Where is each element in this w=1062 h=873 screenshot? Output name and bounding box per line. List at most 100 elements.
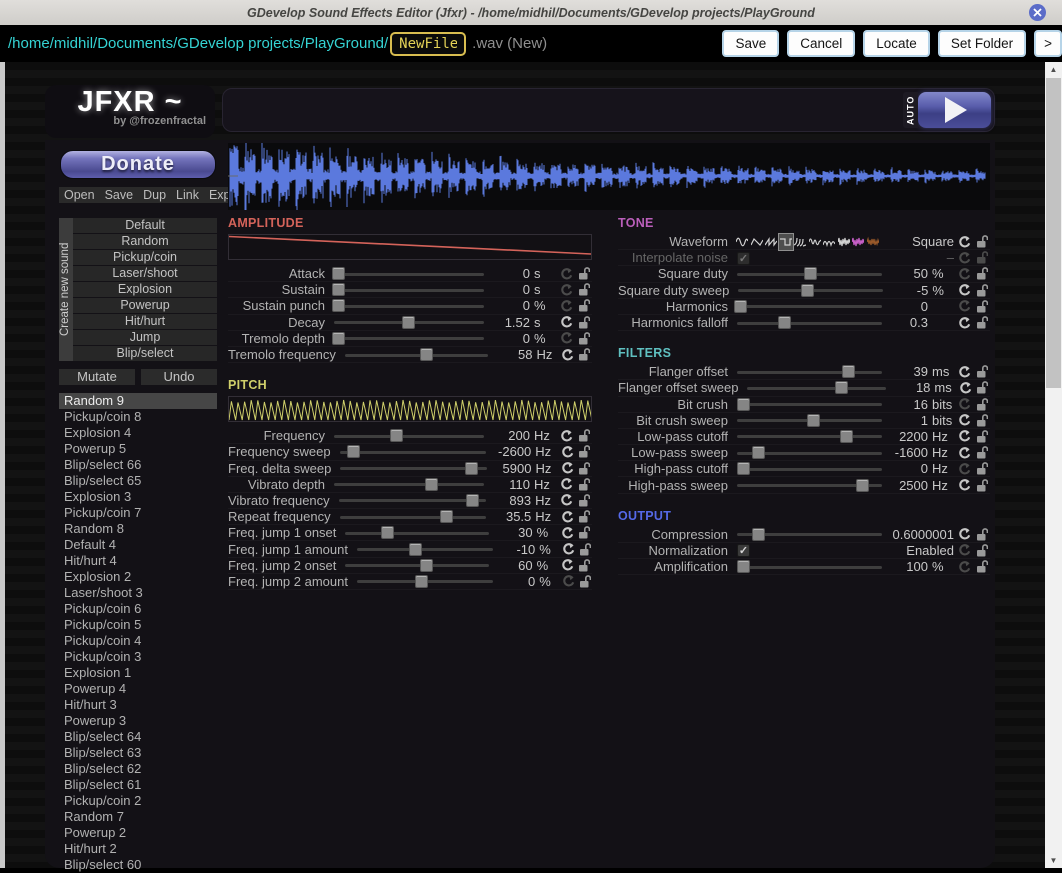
slider-track[interactable]: [737, 435, 882, 438]
reset-button[interactable]: [954, 397, 974, 411]
reset-button[interactable]: [954, 462, 974, 476]
reset-button[interactable]: [559, 542, 577, 556]
sound-list-item[interactable]: Random 9: [59, 393, 217, 409]
lock-button[interactable]: [974, 397, 990, 412]
preset-button[interactable]: Pickup/coin: [73, 250, 217, 265]
sound-list-item[interactable]: Hit/hurt 2: [59, 841, 217, 857]
slider-track[interactable]: [334, 435, 484, 438]
reset-button[interactable]: [954, 527, 974, 541]
waveform-tangent-icon[interactable]: [793, 234, 808, 250]
sound-list-item[interactable]: Pickup/coin 6: [59, 601, 217, 617]
lock-button[interactable]: [577, 525, 592, 540]
slider-thumb[interactable]: [466, 494, 479, 507]
slider-track[interactable]: [345, 354, 489, 357]
lock-button[interactable]: [974, 283, 990, 298]
lock-button[interactable]: [974, 461, 990, 476]
lock-button[interactable]: [576, 331, 592, 346]
donate-button[interactable]: Donate: [60, 150, 216, 179]
reset-button[interactable]: [954, 267, 974, 281]
slider-track[interactable]: [334, 273, 484, 276]
sound-list-item[interactable]: Pickup/coin 7: [59, 505, 217, 521]
normalization-checkbox[interactable]: ✓: [737, 544, 750, 557]
reset-button[interactable]: [556, 331, 576, 345]
slider-track[interactable]: [737, 403, 882, 406]
play-button[interactable]: [918, 92, 991, 128]
toolbar-button[interactable]: Save: [722, 30, 779, 57]
reset-button[interactable]: [954, 429, 974, 443]
sound-list-item[interactable]: Explosion 1: [59, 665, 217, 681]
preset-button[interactable]: Hit/hurt: [73, 314, 217, 329]
vertical-scrollbar[interactable]: ▲ ▼: [1045, 62, 1062, 868]
slider-track[interactable]: [747, 387, 886, 390]
lock-button[interactable]: [974, 445, 990, 460]
slider-track[interactable]: [339, 499, 486, 502]
toolbar-button[interactable]: >: [1034, 30, 1062, 57]
mutate-button[interactable]: Mutate: [59, 369, 135, 385]
slider-track[interactable]: [737, 305, 882, 308]
sound-list-item[interactable]: Blip/select 63: [59, 745, 217, 761]
reset-button[interactable]: [954, 316, 974, 330]
toolbar-button[interactable]: Set Folder: [938, 30, 1026, 57]
file-op-button[interactable]: Open: [59, 187, 100, 203]
reset-button[interactable]: [558, 526, 577, 540]
slider-thumb[interactable]: [420, 559, 433, 572]
interpolate-noise-checkbox[interactable]: ✓: [737, 252, 750, 265]
reset-button[interactable]: [557, 510, 577, 524]
toolbar-button[interactable]: Locate: [863, 30, 930, 57]
slider-track[interactable]: [334, 337, 484, 340]
lock-button[interactable]: [974, 413, 990, 428]
slider-thumb[interactable]: [409, 543, 422, 556]
sound-list-item[interactable]: Hit/hurt 3: [59, 697, 217, 713]
slider-track[interactable]: [340, 516, 487, 519]
reset-button[interactable]: [954, 413, 974, 427]
lock-button[interactable]: [974, 478, 990, 493]
lock-button[interactable]: [974, 527, 990, 542]
slider-track[interactable]: [737, 322, 882, 325]
reset-button[interactable]: [558, 558, 577, 572]
sound-list-item[interactable]: Random 7: [59, 809, 217, 825]
file-op-button[interactable]: Link: [171, 187, 204, 203]
slider-thumb[interactable]: [332, 299, 345, 312]
sound-list-item[interactable]: Blip/select 65: [59, 473, 217, 489]
slider-thumb[interactable]: [415, 575, 428, 588]
sound-list-item[interactable]: Pickup/coin 8: [59, 409, 217, 425]
reset-button[interactable]: [556, 315, 576, 329]
slider-thumb[interactable]: [402, 316, 415, 329]
preset-button[interactable]: Random: [73, 234, 217, 249]
slider-thumb[interactable]: [737, 398, 750, 411]
lock-button[interactable]: [577, 347, 592, 362]
lock-button[interactable]: [576, 444, 592, 459]
sound-list-item[interactable]: Explosion 4: [59, 425, 217, 441]
lock-button[interactable]: [576, 428, 592, 443]
lock-button[interactable]: [577, 574, 592, 589]
slider-thumb[interactable]: [332, 332, 345, 345]
reset-button[interactable]: [954, 365, 974, 379]
reset-button[interactable]: [956, 381, 975, 395]
slider-thumb[interactable]: [842, 365, 855, 378]
slider-thumb[interactable]: [804, 267, 817, 280]
reset-button[interactable]: [557, 493, 577, 507]
slider-track[interactable]: [345, 532, 488, 535]
slider-thumb[interactable]: [465, 462, 478, 475]
undo-button[interactable]: Undo: [141, 369, 217, 385]
sound-list-item[interactable]: Pickup/coin 2: [59, 793, 217, 809]
waveform-whistle-icon[interactable]: [808, 234, 823, 250]
slider-thumb[interactable]: [425, 478, 438, 491]
waveform-pinknoise-icon[interactable]: [851, 234, 866, 250]
sound-list-item[interactable]: Pickup/coin 5: [59, 617, 217, 633]
slider-track[interactable]: [345, 564, 488, 567]
sound-list-item[interactable]: Blip/select 64: [59, 729, 217, 745]
slider-thumb[interactable]: [778, 316, 791, 329]
preset-button[interactable]: Blip/select: [73, 346, 217, 361]
slider-track[interactable]: [334, 305, 484, 308]
slider-thumb[interactable]: [420, 348, 433, 361]
file-op-button[interactable]: Dup: [138, 187, 171, 203]
scroll-down-arrow[interactable]: ▼: [1045, 853, 1062, 868]
slider-track[interactable]: [737, 566, 882, 569]
waveform-sawtooth-icon[interactable]: [764, 234, 779, 250]
slider-track[interactable]: [357, 548, 493, 551]
lock-button[interactable]: [974, 429, 990, 444]
reset-button[interactable]: [556, 267, 576, 281]
lock-button[interactable]: [974, 299, 990, 314]
reset-button[interactable]: [954, 251, 974, 265]
